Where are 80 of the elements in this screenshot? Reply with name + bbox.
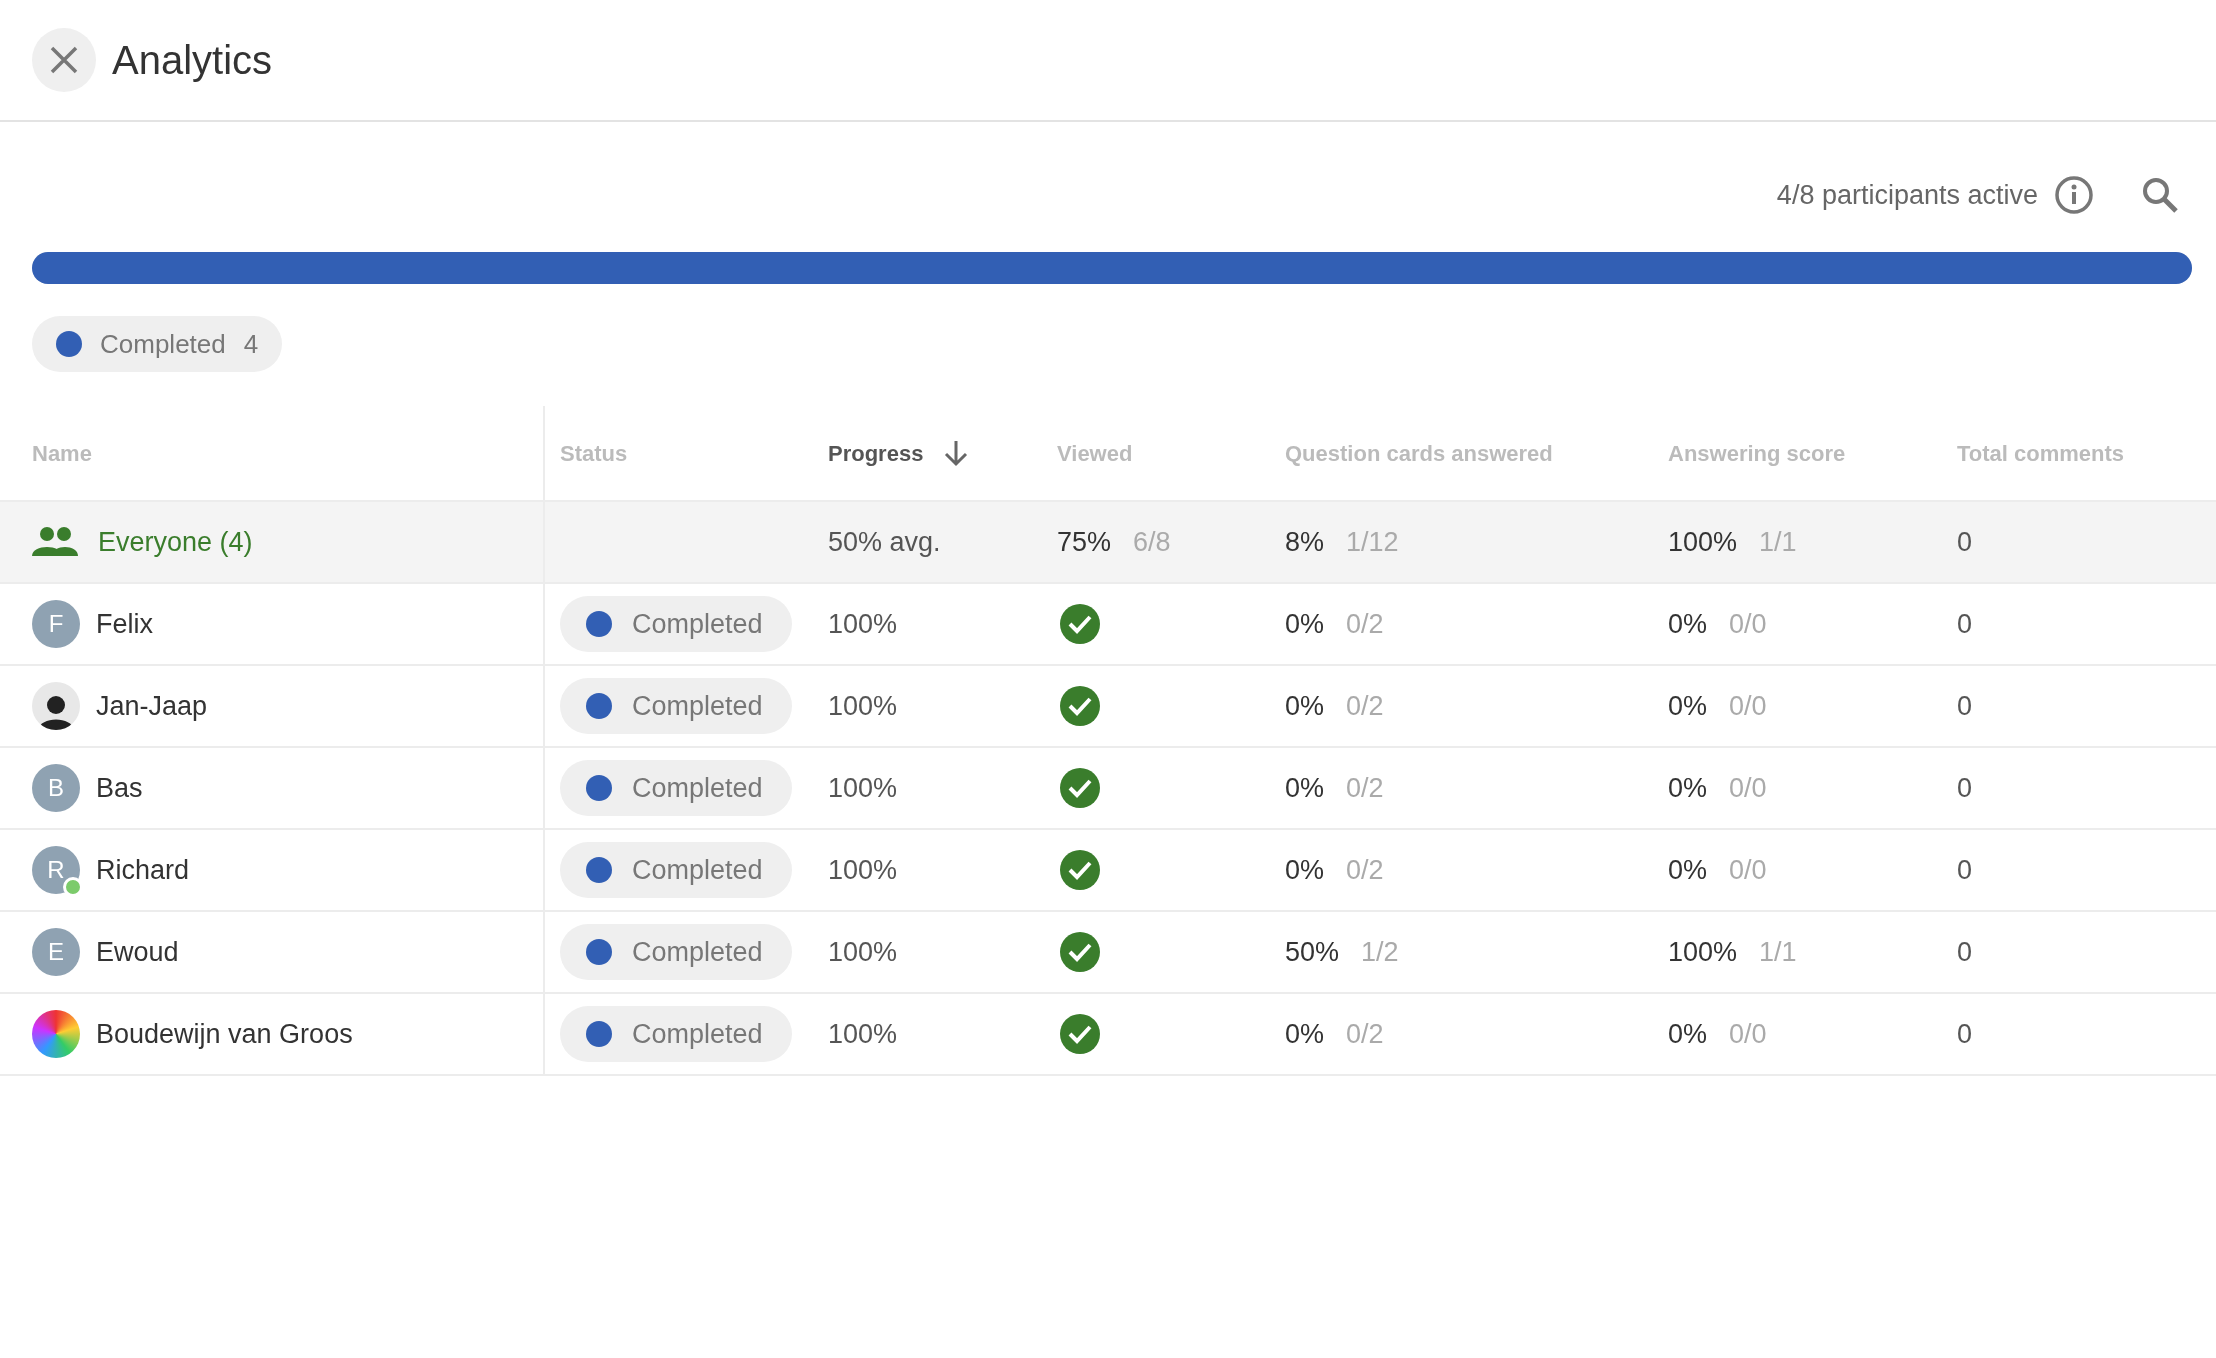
count-value: 1/1 bbox=[1759, 525, 1797, 559]
comments-count: 0 bbox=[1956, 771, 1974, 805]
participant-name: Richard bbox=[96, 853, 190, 887]
column-header[interactable]: Question cards answered bbox=[1285, 436, 1553, 470]
progress-value: 100% bbox=[827, 853, 899, 887]
group-name: Everyone (4) bbox=[98, 525, 253, 559]
comments-count: 0 bbox=[1956, 689, 1974, 723]
progress-value: 100% bbox=[827, 771, 899, 805]
progress-value: 100% bbox=[827, 935, 899, 969]
search-icon[interactable] bbox=[2140, 175, 2180, 215]
legend-count: 4 bbox=[243, 327, 259, 361]
avatar-initial: F bbox=[32, 600, 80, 648]
avatar-silhouette bbox=[32, 682, 80, 730]
percent-value: 0% bbox=[1285, 853, 1325, 887]
people-icon bbox=[32, 526, 78, 558]
participant-name: Felix bbox=[96, 607, 153, 641]
avatar-initial: B bbox=[32, 764, 80, 812]
info-icon[interactable] bbox=[2054, 175, 2094, 215]
percent-value: 0% bbox=[1668, 853, 1708, 887]
percent-value: 0% bbox=[1285, 771, 1325, 805]
status-label: Completed bbox=[632, 607, 763, 641]
count-value: 1/12 bbox=[1346, 525, 1399, 559]
percent-value: 0% bbox=[1668, 1017, 1708, 1051]
count-value: 0/0 bbox=[1729, 771, 1767, 805]
comments-count: 0 bbox=[1956, 1017, 1974, 1051]
count-value: 6/8 bbox=[1133, 525, 1171, 559]
avatar-initial: E bbox=[32, 928, 80, 976]
status-label: Completed bbox=[632, 1017, 763, 1051]
progress-value: 100% bbox=[827, 1017, 899, 1051]
comments-count: 0 bbox=[1956, 607, 1974, 641]
comments-count: 0 bbox=[1956, 935, 1974, 969]
participants-active-text: 4/8 participants active bbox=[1776, 178, 2038, 212]
percent-value: 0% bbox=[1285, 689, 1325, 723]
count-value: 0/2 bbox=[1346, 1017, 1384, 1051]
avatar-initial: R bbox=[32, 846, 80, 894]
participant-name: Ewoud bbox=[96, 935, 179, 969]
count-value: 0/0 bbox=[1729, 1017, 1767, 1051]
participant-name: Boudewijn van Groos bbox=[96, 1017, 353, 1051]
percent-value: 0% bbox=[1668, 771, 1708, 805]
participant-name: Jan-Jaap bbox=[96, 689, 208, 723]
percent-value: 0% bbox=[1668, 689, 1708, 723]
legend-label: Completed bbox=[100, 327, 226, 361]
column-header[interactable]: Answering score bbox=[1668, 436, 1846, 470]
count-value: 0/0 bbox=[1729, 607, 1767, 641]
column-header[interactable]: Viewed bbox=[1057, 436, 1133, 470]
count-value: 0/0 bbox=[1729, 853, 1767, 887]
status-label: Completed bbox=[632, 853, 763, 887]
count-value: 0/2 bbox=[1346, 689, 1384, 723]
count-value: 1/1 bbox=[1759, 935, 1797, 969]
percent-value: 75% bbox=[1057, 525, 1112, 559]
column-header[interactable]: Total comments bbox=[1957, 436, 2125, 470]
column-header[interactable]: Progress bbox=[828, 436, 924, 470]
percent-value: 0% bbox=[1285, 607, 1325, 641]
progress-value: 100% bbox=[827, 689, 899, 723]
column-header[interactable]: Status bbox=[560, 436, 628, 470]
participant-name: Bas bbox=[96, 771, 143, 805]
status-label: Completed bbox=[632, 689, 763, 723]
percent-value: 50% bbox=[1285, 935, 1340, 969]
count-value: 0/0 bbox=[1729, 689, 1767, 723]
status-label: Completed bbox=[632, 771, 763, 805]
comments-count: 0 bbox=[1956, 525, 1974, 559]
status-label: Completed bbox=[632, 935, 763, 969]
percent-value: 100% bbox=[1668, 935, 1738, 969]
avatar-artwork bbox=[32, 1010, 80, 1058]
percent-value: 8% bbox=[1285, 525, 1325, 559]
count-value: 1/2 bbox=[1361, 935, 1399, 969]
window-title: Analytics bbox=[112, 37, 273, 84]
percent-value: 0% bbox=[1285, 1017, 1325, 1051]
progress-value: 50% avg. bbox=[827, 525, 942, 559]
group-row[interactable]: Everyone (4) 50% avg. 75% 6/8 8% 1/12 100% 1/1 0 bbox=[0, 502, 2216, 584]
count-value: 0/2 bbox=[1346, 607, 1384, 641]
count-value: 0/2 bbox=[1346, 771, 1384, 805]
close-icon bbox=[48, 44, 80, 76]
comments-count: 0 bbox=[1956, 853, 1974, 887]
progress-value: 100% bbox=[827, 607, 899, 641]
percent-value: 0% bbox=[1668, 607, 1708, 641]
percent-value: 100% bbox=[1668, 525, 1738, 559]
column-header[interactable]: Name bbox=[32, 436, 92, 470]
legend-chip[interactable]: Completed 4 bbox=[32, 316, 283, 372]
count-value: 0/2 bbox=[1346, 853, 1384, 887]
